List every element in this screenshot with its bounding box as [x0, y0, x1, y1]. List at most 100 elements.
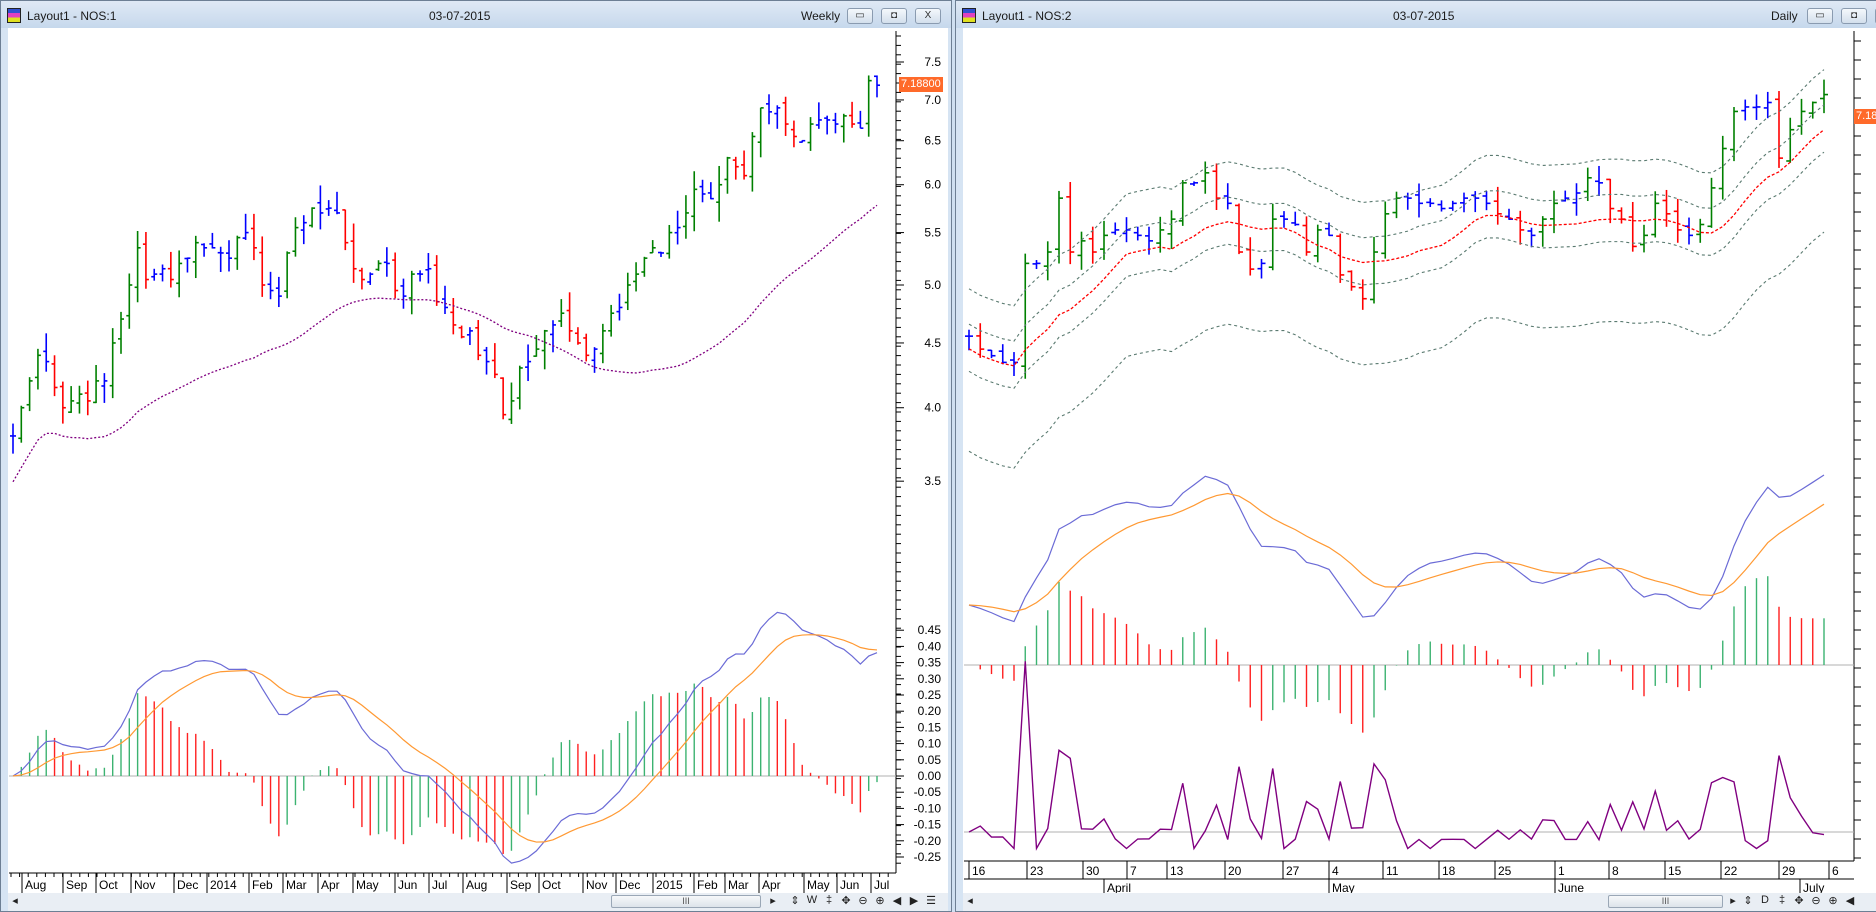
price-bar	[857, 110, 864, 129]
price-bar	[998, 344, 1007, 365]
toolbar-button[interactable]: ⊕	[1826, 894, 1840, 907]
price-bar	[242, 213, 249, 240]
macd-tick-label: 0.35	[918, 656, 942, 670]
upper-envelope-inner	[968, 104, 1825, 342]
price-bar	[1055, 190, 1063, 264]
macd-tick-label: 0.30	[918, 672, 942, 686]
date-label: 8	[1612, 864, 1619, 878]
date-label: Jul	[432, 878, 447, 892]
toolbar-button[interactable]: ⇕	[788, 894, 802, 907]
price-bar	[790, 120, 797, 148]
price-bar	[757, 107, 764, 158]
date-label: 4	[1332, 864, 1339, 878]
price-bar	[1471, 191, 1480, 213]
toolbar-button[interactable]: ‡	[1775, 894, 1789, 906]
price-bar	[1167, 210, 1176, 249]
scroll-left-arrow-icon[interactable]: ◂	[8, 894, 22, 907]
price-bar	[749, 132, 756, 192]
upper-envelope-outer	[968, 69, 1825, 307]
toolbar-button[interactable]: ▶	[907, 894, 921, 907]
toolbar-button[interactable]: ☰	[924, 894, 938, 907]
toolbar-button[interactable]: ⊕	[873, 894, 887, 907]
scroll-right-arrow-icon[interactable]: ▸	[1726, 894, 1740, 907]
date-label: 18	[1442, 864, 1456, 878]
macd-tick-label: 0.10	[918, 737, 942, 751]
date-label: Oct	[542, 878, 561, 892]
price-bar	[358, 267, 365, 290]
horizontal-scrollbar[interactable]: ◂ III ▸ ⇕ W ‡ ✥ ⊖ ⊕ ◀ ▶ ☰	[8, 893, 948, 911]
scroll-thumb[interactable]: III	[611, 895, 761, 908]
daily-chart[interactable]: 16 23 30 7 13 20 27 4 11 18 25 1 8 15 22 29 6April May Jun…	[956, 1, 1876, 912]
price-bar	[1235, 203, 1243, 255]
price-tick-label: 7.5	[924, 55, 941, 69]
scroll-thumb[interactable]: III	[1608, 895, 1723, 908]
price-bar	[1021, 253, 1030, 379]
price-bar	[525, 344, 532, 382]
lower-envelope-inner	[968, 151, 1825, 389]
price-bar	[1820, 79, 1828, 114]
price-bar	[342, 209, 349, 251]
price-bar	[976, 323, 985, 358]
price-bar	[608, 304, 615, 337]
horizontal-scrollbar[interactable]: ◂ III ▸ ⇕ D ‡ ✥ ⊖ ⊕ ◀	[963, 893, 1876, 911]
toolbar-button[interactable]: ⇕	[1741, 894, 1755, 907]
price-bar	[1201, 161, 1210, 194]
toolbar-button[interactable]: ⊖	[856, 894, 870, 907]
price-bar	[317, 185, 324, 230]
weekly-chart[interactable]: 7.5 7.0 6.5 6.0 5.5 5.0 4.5 4.0 3.5 0.45 0.40 0.35 0…	[1, 1, 952, 912]
price-bar	[217, 246, 224, 272]
price-bar	[599, 323, 606, 364]
toolbar-button[interactable]: ‡	[822, 894, 836, 906]
date-label: 20	[1228, 864, 1242, 878]
toolbar-button[interactable]: W	[805, 894, 819, 906]
toolbar-button[interactable]: ◀	[1843, 894, 1857, 907]
toolbar-button[interactable]: D	[1758, 894, 1772, 906]
scroll-left-arrow-icon[interactable]: ◂	[963, 894, 977, 907]
toolbar-button[interactable]: ✥	[839, 894, 853, 907]
price-bar	[1763, 91, 1772, 119]
price-bar	[10, 423, 16, 454]
price-bar	[724, 156, 731, 194]
price-bar	[1370, 236, 1378, 304]
scroll-right-arrow-icon[interactable]: ▸	[766, 894, 780, 907]
price-bar	[1190, 181, 1198, 186]
toolbar-button[interactable]: ⊖	[1809, 894, 1823, 907]
date-label: 29	[1782, 864, 1796, 878]
price-bar	[641, 256, 648, 277]
date-label: Apr	[762, 878, 781, 892]
price-bar	[1077, 231, 1086, 270]
price-bar	[159, 264, 166, 282]
price-bar	[1550, 190, 1558, 234]
signal-line	[968, 492, 1825, 613]
date-label: Aug	[25, 878, 46, 892]
price-bar	[1673, 198, 1682, 243]
toolbar-button[interactable]: ◀	[890, 894, 904, 907]
toolbar-button[interactable]: ✥	[1792, 894, 1806, 907]
moving-average-line	[12, 204, 878, 483]
date-label: 1	[1558, 864, 1565, 878]
price-bar	[874, 75, 880, 98]
price-bar	[1122, 217, 1131, 243]
oscillator-line	[968, 661, 1825, 851]
price-bar	[691, 171, 698, 232]
price-tick-label: 4.0	[924, 401, 941, 415]
macd-tick-label: 0.00	[918, 769, 942, 783]
price-bar	[1437, 200, 1446, 212]
last-price-tag: 7.18	[1854, 109, 1876, 124]
date-label: Sep	[510, 878, 532, 892]
price-bar	[1336, 233, 1345, 283]
price-bar	[965, 329, 973, 351]
price-bar	[300, 215, 307, 245]
date-label: 6	[1832, 864, 1839, 878]
price-bar	[167, 251, 174, 288]
date-label: 2015	[656, 878, 683, 892]
price-bar	[1482, 191, 1491, 211]
price-bar	[1313, 224, 1322, 263]
price-bar	[1685, 217, 1693, 245]
price-bar	[1302, 216, 1311, 256]
macd-tick-label: -0.05	[914, 785, 942, 799]
price-tick-label: 7.0	[924, 93, 941, 107]
macd-tick-label: 0.40	[918, 639, 942, 653]
price-bar	[201, 243, 208, 257]
macd-tick-label: 0.05	[918, 753, 942, 767]
